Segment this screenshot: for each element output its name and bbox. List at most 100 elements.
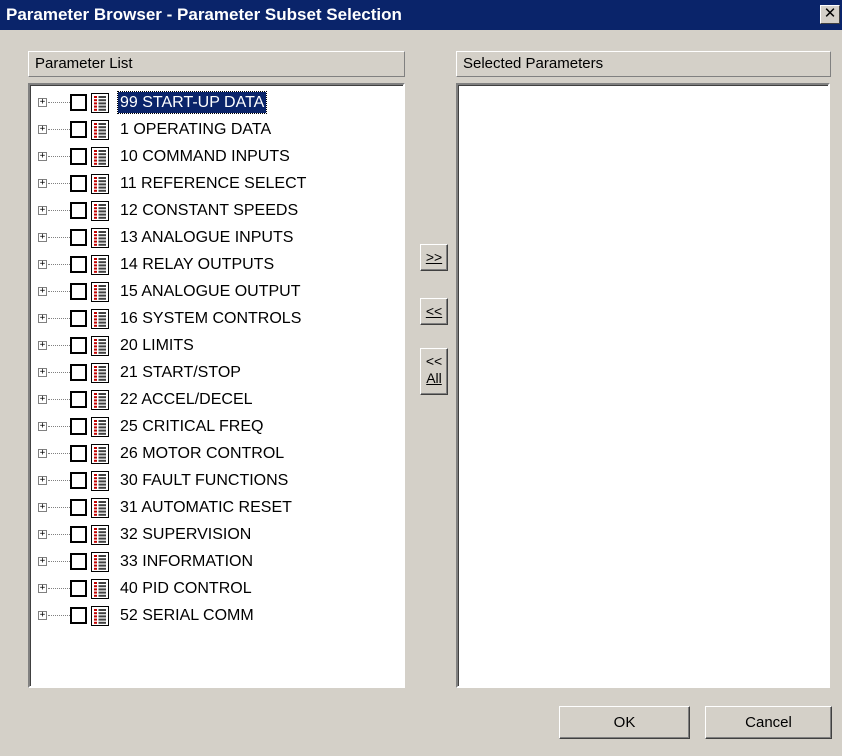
checkbox-icon[interactable] [70, 607, 87, 624]
tree-item[interactable]: +15 ANALOGUE OUTPUT [36, 278, 403, 305]
tree-item[interactable]: +32 SUPERVISION [36, 521, 403, 548]
checkbox-icon[interactable] [70, 445, 87, 462]
checkbox-icon[interactable] [70, 499, 87, 516]
close-button[interactable]: ✕ [820, 5, 840, 24]
tree-connector-line [48, 156, 70, 157]
expand-icon[interactable]: + [38, 152, 47, 161]
expand-icon[interactable]: + [38, 98, 47, 107]
selected-parameters-panel[interactable] [456, 83, 830, 688]
expand-icon[interactable]: + [38, 179, 47, 188]
title-bar: Parameter Browser - Parameter Subset Sel… [0, 0, 842, 30]
checkbox-icon[interactable] [70, 472, 87, 489]
checkbox-icon[interactable] [70, 94, 87, 111]
tree-item[interactable]: +1 OPERATING DATA [36, 116, 403, 143]
parameter-tree: +99 START-UP DATA +1 OPERATING DATA +10 CO… [36, 89, 403, 629]
tree-item-label: 1 OPERATING DATA [120, 121, 272, 138]
parameter-group-icon [91, 147, 109, 167]
expand-icon[interactable]: + [38, 341, 47, 350]
remove-all-button[interactable]: << All [420, 348, 448, 395]
checkbox-icon[interactable] [70, 310, 87, 327]
tree-item[interactable]: +31 AUTOMATIC RESET [36, 494, 403, 521]
expand-icon[interactable]: + [38, 422, 47, 431]
tree-item[interactable]: +20 LIMITS [36, 332, 403, 359]
expand-icon[interactable]: + [38, 314, 47, 323]
ok-button[interactable]: OK [559, 706, 690, 739]
expand-icon[interactable]: + [38, 368, 47, 377]
expand-icon[interactable]: + [38, 206, 47, 215]
checkbox-icon[interactable] [70, 148, 87, 165]
tree-item-label: 31 AUTOMATIC RESET [120, 499, 292, 516]
tree-item[interactable]: +99 START-UP DATA [36, 89, 403, 116]
tree-item[interactable]: +10 COMMAND INPUTS [36, 143, 403, 170]
checkbox-icon[interactable] [70, 283, 87, 300]
expand-icon[interactable]: + [38, 503, 47, 512]
tree-item[interactable]: +14 RELAY OUTPUTS [36, 251, 403, 278]
tree-connector-line [48, 615, 70, 616]
tree-connector-line [48, 534, 70, 535]
tree-item[interactable]: +12 CONSTANT SPEEDS [36, 197, 403, 224]
tree-item-label: 32 SUPERVISION [120, 526, 252, 543]
tree-item[interactable]: +16 SYSTEM CONTROLS [36, 305, 403, 332]
tree-item[interactable]: +21 START/STOP [36, 359, 403, 386]
checkbox-icon[interactable] [70, 391, 87, 408]
checkbox-icon[interactable] [70, 175, 87, 192]
tree-connector-line [48, 399, 70, 400]
checkbox-icon[interactable] [70, 418, 87, 435]
tree-item-label: 26 MOTOR CONTROL [120, 445, 285, 462]
checkbox-icon[interactable] [70, 553, 87, 570]
expand-icon[interactable]: + [38, 611, 47, 620]
add-button[interactable]: >> [420, 244, 448, 271]
tree-item-label: 25 CRITICAL FREQ [120, 418, 264, 435]
checkbox-icon[interactable] [70, 526, 87, 543]
tree-item-label: 21 START/STOP [120, 364, 241, 381]
close-icon: ✕ [823, 5, 837, 22]
tree-item-label: 15 ANALOGUE OUTPUT [120, 283, 301, 300]
tree-item[interactable]: +11 REFERENCE SELECT [36, 170, 403, 197]
checkbox-icon[interactable] [70, 202, 87, 219]
tree-item[interactable]: +13 ANALOGUE INPUTS [36, 224, 403, 251]
expand-icon[interactable]: + [38, 449, 47, 458]
tree-item-label: 30 FAULT FUNCTIONS [120, 472, 289, 489]
checkbox-icon[interactable] [70, 256, 87, 273]
parameter-group-icon [91, 120, 109, 140]
tree-connector-line [48, 588, 70, 589]
checkbox-icon[interactable] [70, 580, 87, 597]
expand-icon[interactable]: + [38, 557, 47, 566]
expand-icon[interactable]: + [38, 260, 47, 269]
checkbox-icon[interactable] [70, 337, 87, 354]
tree-item[interactable]: +52 SERIAL COMM [36, 602, 403, 629]
expand-icon[interactable]: + [38, 287, 47, 296]
parameter-group-icon [91, 606, 109, 626]
parameter-list-panel[interactable]: +99 START-UP DATA +1 OPERATING DATA +10 CO… [28, 83, 405, 688]
tree-connector-line [48, 291, 70, 292]
checkbox-icon[interactable] [70, 364, 87, 381]
expand-icon[interactable]: + [38, 125, 47, 134]
tree-item[interactable]: +30 FAULT FUNCTIONS [36, 467, 403, 494]
tree-item[interactable]: +22 ACCEL/DECEL [36, 386, 403, 413]
cancel-button[interactable]: Cancel [705, 706, 832, 739]
checkbox-icon[interactable] [70, 229, 87, 246]
expand-icon[interactable]: + [38, 584, 47, 593]
expand-icon[interactable]: + [38, 395, 47, 404]
tree-connector-line [48, 318, 70, 319]
tree-item[interactable]: +26 MOTOR CONTROL [36, 440, 403, 467]
tree-item-label: 20 LIMITS [120, 337, 194, 354]
tree-connector-line [48, 210, 70, 211]
expand-icon[interactable]: + [38, 476, 47, 485]
checkbox-icon[interactable] [70, 121, 87, 138]
tree-item[interactable]: +33 INFORMATION [36, 548, 403, 575]
tree-connector-line [48, 264, 70, 265]
tree-connector-line [48, 453, 70, 454]
tree-item[interactable]: +40 PID CONTROL [36, 575, 403, 602]
remove-button[interactable]: << [420, 298, 448, 325]
tree-item-label: 13 ANALOGUE INPUTS [120, 229, 294, 246]
tree-item-label: 33 INFORMATION [120, 553, 254, 570]
expand-icon[interactable]: + [38, 530, 47, 539]
add-button-label: >> [425, 249, 443, 265]
tree-connector-line [48, 561, 70, 562]
expand-icon[interactable]: + [38, 233, 47, 242]
tree-connector-line [48, 426, 70, 427]
tree-item[interactable]: +25 CRITICAL FREQ [36, 413, 403, 440]
tree-item-label: 14 RELAY OUTPUTS [120, 256, 275, 273]
ok-button-label: OK [613, 714, 636, 731]
